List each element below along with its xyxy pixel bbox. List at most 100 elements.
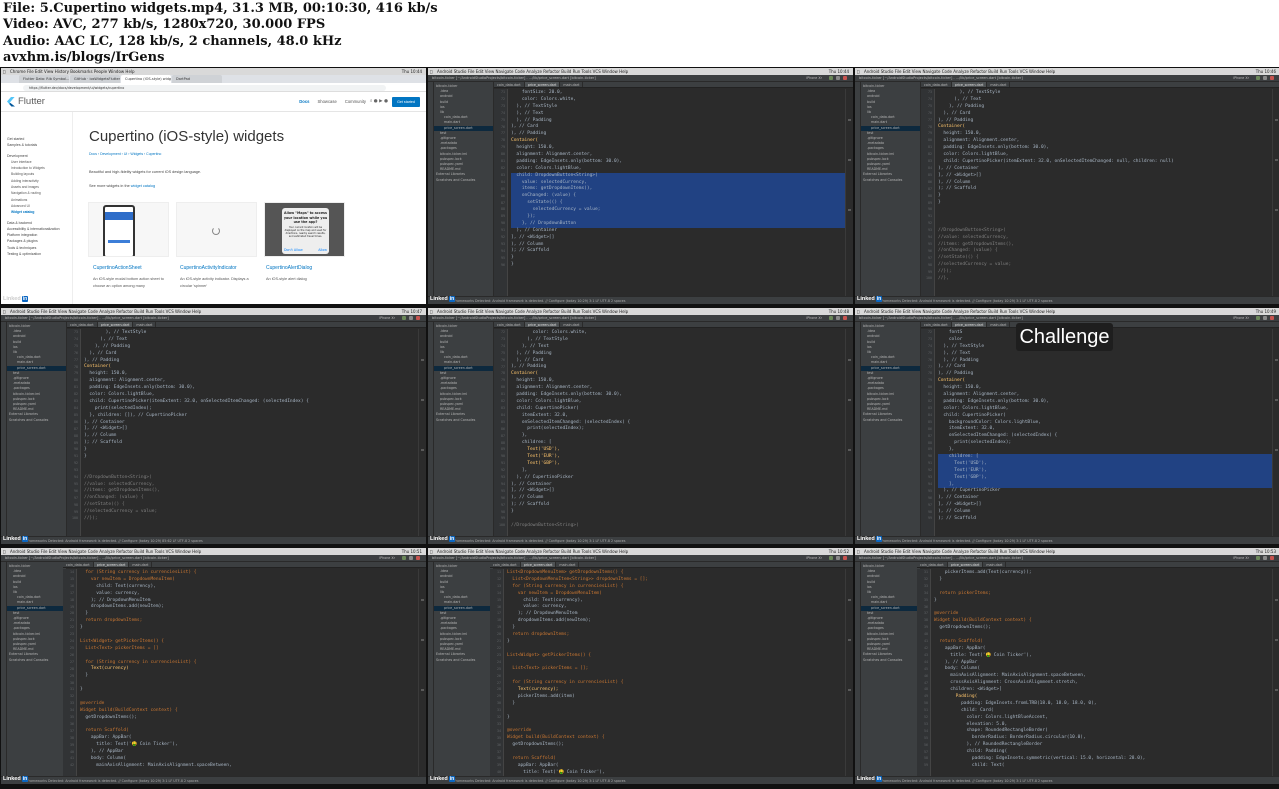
card-title[interactable]: CupertinoActionSheet (93, 265, 173, 271)
device-selector[interactable]: iPhone Xr (806, 76, 822, 80)
device-selector[interactable]: iPhone Xr (379, 556, 395, 560)
card-title[interactable]: CupertinoAlertDialog (266, 265, 346, 271)
editor-tab[interactable]: main.dart (987, 82, 1011, 87)
editor-tab[interactable]: price_screen.dart (951, 82, 988, 87)
editor-scrollbar[interactable] (845, 329, 853, 536)
editor-tab[interactable]: main.dart (983, 562, 1007, 567)
editor-tab[interactable]: price_screen.dart (97, 322, 134, 327)
editor-scrollbar[interactable] (418, 329, 426, 536)
twitter-icon[interactable]: ● (374, 99, 378, 104)
flutter-logo[interactable]: Flutter (7, 96, 45, 107)
editor-scrollbar[interactable] (418, 569, 426, 776)
editor-tab[interactable]: coin_data.dart (490, 562, 521, 567)
code-editor[interactable]: pickerItems.add(Text(currency)); } retur… (931, 569, 1272, 776)
thumbnail-android-studio[interactable]:  Android Studio File Edit View Navigate … (1, 548, 426, 784)
code-editor[interactable]: ), // TextStyle ), // Text ), // Padding… (81, 329, 418, 536)
code-editor[interactable]: List<DropdownMenuItem> getDropdownItems(… (504, 569, 845, 776)
editor-tab[interactable]: coin_data.dart (921, 322, 952, 327)
stop-icon[interactable] (1270, 556, 1274, 560)
debug-icon[interactable] (409, 556, 413, 560)
run-icon[interactable] (402, 556, 406, 560)
editor-tab[interactable]: main.dart (987, 322, 1011, 327)
editor-tab[interactable]: main.dart (133, 322, 157, 327)
thumbnail-android-studio[interactable]:  Android Studio File Edit View Navigate … (855, 548, 1279, 784)
device-selector[interactable]: iPhone Xr (379, 316, 395, 320)
docs-sidebar-item[interactable]: Samples & tutorials (7, 142, 72, 148)
device-selector[interactable]: iPhone Xr (806, 316, 822, 320)
code-editor[interactable]: for (String currency in currenciesList) … (77, 569, 418, 776)
editor-tab[interactable]: main.dart (560, 82, 584, 87)
editor-tab[interactable]: price_screen.dart (947, 562, 984, 567)
stop-icon[interactable] (416, 316, 420, 320)
thumbnail-android-studio[interactable]:  Android Studio File Edit View Navigate … (428, 548, 853, 784)
editor-tab[interactable]: coin_data.dart (921, 82, 952, 87)
tab-cupertino[interactable]: Cupertino (iOS-style) widg... (121, 75, 171, 83)
project-tree-item[interactable]: Scratches and Consoles (434, 418, 493, 423)
project-tree-item[interactable]: Scratches and Consoles (7, 418, 66, 423)
thumbnail-android-studio[interactable]:  Android Studio File Edit View Navigate … (855, 68, 1279, 304)
editor-tab[interactable]: price_screen.dart (951, 322, 988, 327)
device-selector[interactable]: iPhone Xr (806, 556, 822, 560)
docs-sidebar-item[interactable]: Widget catalog (7, 209, 72, 215)
code-editor[interactable]: fontS color ), // TextStyle ), // Text )… (935, 329, 1272, 536)
debug-icon[interactable] (1263, 316, 1267, 320)
editor-tab[interactable]: coin_data.dart (917, 562, 948, 567)
thumbnail-android-studio[interactable]:  Android Studio File Edit View Navigate … (1, 308, 426, 544)
debug-icon[interactable] (836, 76, 840, 80)
editor-tab[interactable]: price_screen.dart (93, 562, 130, 567)
youtube-icon[interactable]: ▶ (379, 99, 382, 104)
debug-icon[interactable] (409, 316, 413, 320)
run-icon[interactable] (1256, 76, 1260, 80)
run-icon[interactable] (1256, 556, 1260, 560)
editor-tab[interactable]: coin_data.dart (63, 562, 94, 567)
activity-indicator-preview[interactable] (176, 202, 257, 257)
device-selector[interactable]: iPhone Xr (1233, 76, 1249, 80)
thumbnail-android-studio[interactable]:  Android Studio File Edit View Navigate … (428, 308, 853, 544)
project-tree-item[interactable]: Scratches and Consoles (861, 178, 920, 183)
project-tree-item[interactable]: Scratches and Consoles (434, 658, 493, 663)
editor-tab[interactable]: price_screen.dart (520, 562, 557, 567)
thumbnail-android-studio[interactable]:  Android Studio File Edit View Navigate … (428, 68, 853, 304)
editor-scrollbar[interactable] (1272, 569, 1279, 776)
tab-github[interactable]: GitHub · iosWidgetsFlutter... (70, 75, 120, 83)
code-editor[interactable]: ), // TextStyle ), // Text ), // Padding… (935, 89, 1272, 296)
stop-icon[interactable] (416, 556, 420, 560)
nav-community[interactable]: Community (345, 99, 366, 104)
editor-tab[interactable]: price_screen.dart (524, 322, 561, 327)
editor-tab[interactable]: main.dart (560, 322, 584, 327)
widget-catalog-link[interactable]: widget catalog (131, 184, 155, 188)
project-tree-item[interactable]: Scratches and Consoles (861, 418, 920, 423)
github-icon[interactable]: ● (384, 99, 388, 104)
nav-showcase[interactable]: Showcase (317, 99, 336, 104)
debug-icon[interactable] (1263, 556, 1267, 560)
editor-tab[interactable]: coin_data.dart (67, 322, 98, 327)
stop-icon[interactable] (1270, 76, 1274, 80)
stop-icon[interactable] (843, 556, 847, 560)
alert-dialog-preview[interactable]: Allow "Maps" to access your location whi… (264, 202, 345, 257)
nav-docs[interactable]: Docs (299, 99, 309, 104)
stop-icon[interactable] (843, 316, 847, 320)
editor-tab[interactable]: coin_data.dart (494, 82, 525, 87)
run-icon[interactable] (829, 316, 833, 320)
editor-tab[interactable]: main.dart (129, 562, 153, 567)
editor-tab[interactable]: main.dart (556, 562, 580, 567)
breadcrumb[interactable]: Docs › Development › UI › Widgets › Cupe… (89, 152, 426, 156)
run-icon[interactable] (829, 556, 833, 560)
editor-scrollbar[interactable] (1272, 329, 1279, 536)
run-icon[interactable] (1256, 316, 1260, 320)
debug-icon[interactable] (836, 556, 840, 560)
stop-icon[interactable] (1270, 316, 1274, 320)
url-field[interactable]: https://flutter.dev/docs/development/ui/… (23, 84, 386, 91)
project-tree-item[interactable]: Scratches and Consoles (434, 178, 493, 183)
search-icon[interactable]: ⌕ (370, 99, 373, 104)
code-editor[interactable]: fontSize: 20.0, color: Colors.white, ), … (508, 89, 845, 296)
editor-scrollbar[interactable] (1272, 89, 1279, 296)
device-selector[interactable]: iPhone Xr (1233, 556, 1249, 560)
debug-icon[interactable] (836, 316, 840, 320)
editor-scrollbar[interactable] (845, 89, 853, 296)
stop-icon[interactable] (843, 76, 847, 80)
editor-scrollbar[interactable] (845, 569, 853, 776)
get-started-button[interactable]: Get started (392, 97, 420, 107)
card-title[interactable]: CupertinoActivityIndicator (180, 265, 250, 271)
debug-icon[interactable] (1263, 76, 1267, 80)
